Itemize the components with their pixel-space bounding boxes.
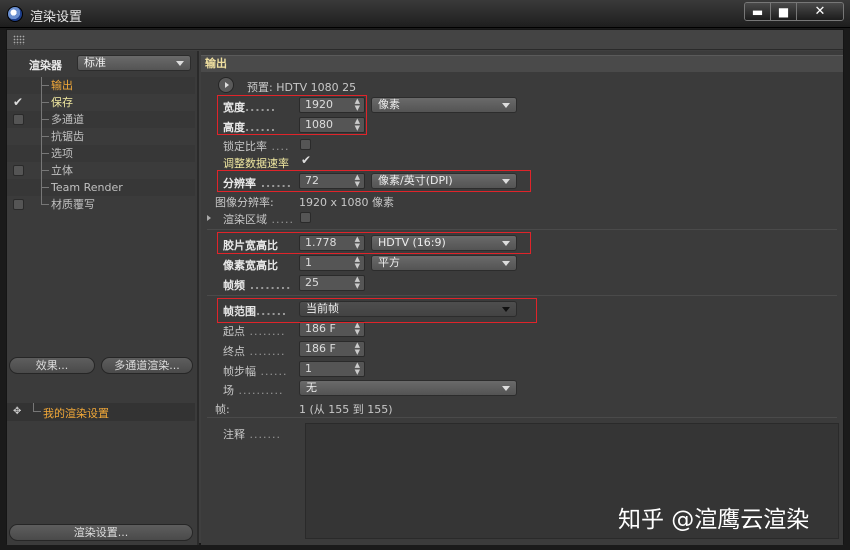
- render-settings-button[interactable]: 渲染设置...: [9, 524, 193, 541]
- tree-branch-line: [41, 111, 49, 120]
- frame-range-highlight-box: [217, 298, 537, 323]
- film-aspect-highlight-box: [217, 232, 531, 254]
- renderer-value: 标准: [84, 56, 106, 69]
- separator: [207, 295, 837, 296]
- lock-ratio-label: 锁定比率 ....: [223, 140, 290, 153]
- tree-item-label: 抗锯齿: [51, 130, 84, 143]
- renderer-row: 渲染器 标准: [7, 53, 197, 73]
- field-dropdown[interactable]: 无: [299, 380, 517, 396]
- window-controls: ▬ ■ ✕: [744, 2, 844, 21]
- enable-checkbox[interactable]: [13, 199, 24, 210]
- pixel-aspect-label: 像素宽高比: [223, 259, 278, 272]
- minimize-button[interactable]: ▬: [745, 3, 771, 20]
- frames-value: 1 (从 155 到 155): [299, 403, 393, 416]
- frame-rate-input[interactable]: 25 ▲ ▼: [299, 275, 365, 291]
- tree-branch-line: [41, 179, 49, 188]
- field-label: 场 ..........: [223, 384, 284, 397]
- tree-item-label: 立体: [51, 164, 73, 177]
- separator: [207, 417, 837, 418]
- render-region-checkbox[interactable]: [300, 212, 311, 223]
- move-cross-icon: ✥: [13, 406, 22, 417]
- tree-item[interactable]: ✔ 保存: [7, 94, 195, 111]
- tree-branch-line: [41, 77, 49, 86]
- tree-item-label: 输出: [51, 79, 73, 92]
- drag-grip-icon[interactable]: [13, 35, 25, 45]
- end-frame-input[interactable]: 186 F ▲ ▼: [299, 341, 365, 357]
- tree-item-label: 材质覆写: [51, 198, 95, 211]
- chevron-down-icon: [502, 386, 510, 391]
- resolution-highlight-box: [217, 170, 531, 192]
- cinema4d-app-icon: [7, 6, 23, 22]
- tree-branch-line: [41, 196, 49, 205]
- tree-item[interactable]: 多通道: [7, 111, 195, 128]
- tree-item-label: 多通道: [51, 113, 84, 126]
- chevron-down-icon: [502, 103, 510, 108]
- tree-branch-line: [41, 128, 49, 137]
- renderer-label: 渲染器: [29, 59, 62, 72]
- tree-item-label: 选项: [51, 147, 73, 160]
- frame-rate-label: 帧频 ........: [223, 279, 292, 292]
- tree-branch-line: [41, 162, 49, 171]
- section-title: 输出: [201, 55, 843, 72]
- effects-button[interactable]: 效果...: [9, 357, 95, 374]
- frame-step-input[interactable]: 1 ▲ ▼: [299, 361, 365, 377]
- notes-label: 注释 .......: [223, 428, 281, 441]
- close-button[interactable]: ✕: [797, 3, 843, 20]
- renderer-dropdown[interactable]: 标准: [77, 55, 191, 71]
- frames-label: 帧:: [215, 403, 230, 416]
- size-highlight-box: [217, 95, 367, 135]
- tree-item[interactable]: 选项: [7, 145, 195, 162]
- pixel-aspect-input[interactable]: 1 ▲ ▼: [299, 255, 365, 271]
- chevron-down-icon: [176, 61, 184, 66]
- chevron-down-icon: [502, 261, 510, 266]
- left-panel: 渲染器 标准 输出 ✔ 保存多通道抗锯齿选项立体 Team Render 材质覆写 效果…: [7, 51, 199, 545]
- my-render-settings-item[interactable]: ✥ 我的渲染设置: [7, 403, 195, 421]
- tree-item[interactable]: 材质覆写: [7, 196, 195, 213]
- end-label: 终点 ........: [223, 345, 286, 358]
- start-label: 起点 ........: [223, 325, 286, 338]
- output-panel: 输出 预置: HDTV 1080 25 宽度...... 1920 ▲ ▼ 像素 高…: [201, 51, 843, 545]
- start-frame-input[interactable]: 186 F ▲ ▼: [299, 321, 365, 337]
- image-resolution-value: 1920 x 1080 像素: [299, 196, 394, 209]
- panel-grip-row: [7, 30, 843, 50]
- settings-tree: 输出 ✔ 保存多通道抗锯齿选项立体 Team Render 材质覆写: [7, 77, 195, 213]
- watermark-text: 知乎 @渲鹰云渲染: [618, 507, 810, 533]
- tree-item-label: 保存: [51, 96, 73, 109]
- separator: [207, 229, 837, 230]
- lock-ratio-checkbox[interactable]: [300, 139, 311, 150]
- checkmark-icon[interactable]: ✔: [13, 94, 23, 111]
- enable-checkbox[interactable]: [13, 165, 24, 176]
- maximize-button[interactable]: ■: [771, 3, 797, 20]
- tree-item[interactable]: 抗锯齿: [7, 128, 195, 145]
- frame-step-label: 帧步幅 ......: [223, 365, 288, 378]
- render-region-label: 渲染区域 .....: [223, 213, 294, 226]
- tree-item[interactable]: Team Render: [7, 179, 195, 196]
- tree-item-label: Team Render: [51, 181, 123, 194]
- tree-branch-line: [33, 403, 41, 412]
- adjust-data-rate-checkmark[interactable]: ✔: [301, 153, 311, 167]
- width-unit-dropdown[interactable]: 像素: [371, 97, 517, 113]
- pixel-aspect-dropdown[interactable]: 平方: [371, 255, 517, 271]
- tree-branch-line: [41, 94, 49, 103]
- preset-play-button[interactable]: [218, 77, 234, 93]
- image-resolution-label: 图像分辨率:: [215, 196, 274, 209]
- adjust-data-rate-label: 调整数据速率: [223, 157, 289, 170]
- window-title: 渲染设置: [30, 10, 83, 25]
- preset-label: 预置: HDTV 1080 25: [247, 81, 357, 94]
- multipass-render-button[interactable]: 多通道渲染...: [101, 357, 193, 374]
- my-render-settings-label: 我的渲染设置: [43, 407, 109, 420]
- expand-triangle-icon[interactable]: [207, 215, 211, 221]
- tree-item[interactable]: 立体: [7, 162, 195, 179]
- window-titlebar[interactable]: 渲染设置 ▬ ■ ✕: [0, 0, 850, 28]
- render-settings-frame: 渲染器 标准 输出 ✔ 保存多通道抗锯齿选项立体 Team Render 材质覆写 效果…: [6, 29, 844, 545]
- tree-branch-line: [41, 145, 49, 154]
- tree-item[interactable]: 输出: [7, 77, 195, 94]
- enable-checkbox[interactable]: [13, 114, 24, 125]
